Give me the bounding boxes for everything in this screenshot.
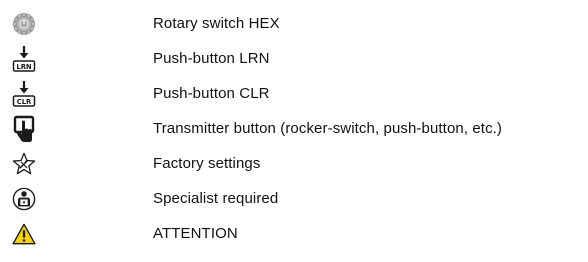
legend-item-factory-settings: Factory settings bbox=[0, 148, 588, 180]
rotary-switch-icon bbox=[12, 8, 36, 40]
legend-label: Transmitter button (rocker-switch, push-… bbox=[153, 120, 503, 137]
legend-label: Rotary switch HEX bbox=[153, 15, 280, 32]
lrn-icon-text: LRN bbox=[16, 63, 32, 71]
legend-item-rotary-switch: Rotary switch HEX bbox=[0, 8, 588, 40]
transmitter-button-icon bbox=[12, 113, 36, 145]
symbol-legend: Rotary switch HEX LRN Push-button LRN CL… bbox=[0, 0, 588, 262]
legend-label: Specialist required bbox=[153, 190, 279, 207]
legend-label: ATTENTION bbox=[153, 225, 238, 242]
legend-item-attention: ATTENTION bbox=[0, 218, 588, 250]
legend-item-transmitter-button: Transmitter button (rocker-switch, push-… bbox=[0, 113, 588, 145]
specialist-required-icon bbox=[12, 183, 36, 215]
legend-label: Push-button LRN bbox=[153, 50, 270, 67]
legend-label: Factory settings bbox=[153, 155, 261, 172]
factory-settings-icon bbox=[12, 148, 36, 180]
push-button-lrn-icon: LRN bbox=[12, 43, 36, 75]
legend-item-specialist-required: Specialist required bbox=[0, 183, 588, 215]
legend-label: Push-button CLR bbox=[153, 85, 270, 102]
legend-item-push-button-lrn: LRN Push-button LRN bbox=[0, 43, 588, 75]
legend-item-push-button-clr: CLR Push-button CLR bbox=[0, 78, 588, 110]
clr-icon-text: CLR bbox=[17, 98, 32, 106]
warning-icon bbox=[12, 218, 36, 250]
push-button-clr-icon: CLR bbox=[12, 78, 36, 110]
